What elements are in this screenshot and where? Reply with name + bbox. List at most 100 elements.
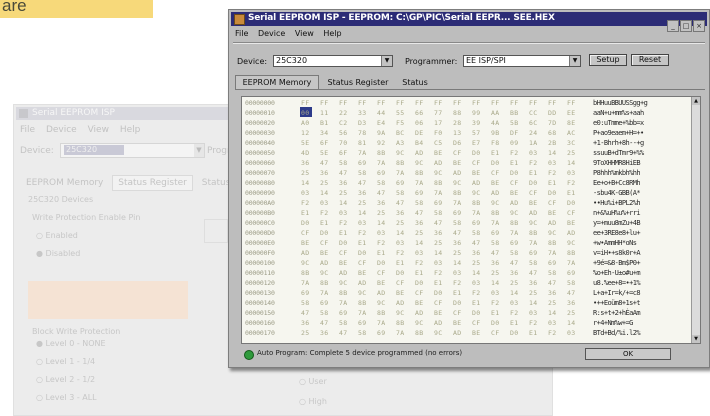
hex-byte[interactable]: AD [472,178,491,188]
hex-byte[interactable]: 7A [301,278,320,288]
hex-byte[interactable]: 17 [434,118,453,128]
hex-byte[interactable]: 14 [377,218,396,228]
hex-byte[interactable]: 36 [301,318,320,328]
hex-byte[interactable]: CF [434,298,453,308]
hex-byte[interactable]: 14 [567,158,586,168]
hex-byte[interactable]: E1 [491,148,510,158]
hex-byte[interactable]: F5 [396,118,415,128]
hex-byte[interactable]: 8B [320,278,339,288]
hex-bytes[interactable]: 12 34 56 78 9A BC DE F0 13 57 9B DF 24 68 AC [301,128,586,138]
hex-byte[interactable]: 58 [358,168,377,178]
hex-byte[interactable]: F2 [434,268,453,278]
hex-byte[interactable]: CF [339,248,358,258]
hex-byte[interactable]: 47 [339,168,358,178]
hex-byte[interactable]: E4 [377,118,396,128]
hex-byte[interactable]: D0 [472,308,491,318]
hex-byte[interactable]: 58 [453,218,472,228]
hex-byte[interactable]: CF [377,268,396,278]
hex-byte[interactable]: 7A [415,178,434,188]
hex-bytes[interactable]: 4D 5E 6F 7A 8B 9C AD BE CF D0 E1 F2 03 14 25 [301,148,586,158]
hex-byte[interactable]: AD [377,288,396,298]
hex-byte[interactable]: 25 [396,218,415,228]
hex-editor[interactable]: 00000000 FF FF FF FF FF FF FF FF FF FF FF FF FF FF FF bH… [241,96,701,344]
hex-byte[interactable]: AA [491,108,510,118]
hex-byte[interactable]: 47 [472,238,491,248]
hex-byte[interactable]: 25 [301,328,320,338]
hex-byte[interactable]: 8B [415,328,434,338]
hex-byte[interactable]: 14 [567,318,586,328]
hex-byte[interactable]: BE [358,268,377,278]
hex-byte[interactable]: 9C [415,318,434,328]
hex-byte[interactable]: 55 [396,108,415,118]
hex-byte[interactable]: 12 [301,128,320,138]
hex-byte[interactable]: BC [396,128,415,138]
hex-byte[interactable]: 88 [453,108,472,118]
hex-byte[interactable]: 22 [339,108,358,118]
hex-byte[interactable]: 9C [510,208,529,218]
menu-view[interactable]: View [295,29,314,38]
hex-byte[interactable]: CF [358,258,377,268]
hex-byte[interactable]: F2 [415,258,434,268]
hex-byte[interactable]: B4 [415,138,434,148]
hex-byte[interactable]: BE [567,218,586,228]
hex-byte[interactable]: 58 [491,238,510,248]
hex-byte[interactable]: AD [434,318,453,328]
hex-byte[interactable]: BE [434,148,453,158]
menu-view[interactable]: View [88,125,109,135]
hex-byte[interactable]: 58 [396,188,415,198]
hex-byte[interactable]: 14 [472,268,491,278]
hex-byte[interactable]: FF [491,98,510,108]
scroll-down-icon[interactable]: ▼ [692,335,700,343]
hex-byte[interactable]: 9C [415,158,434,168]
hex-byte[interactable]: 47 [434,218,453,228]
hex-byte[interactable]: 03 [396,238,415,248]
hex-byte[interactable]: CF [453,308,472,318]
hex-byte[interactable]: 36 [377,198,396,208]
hex-byte[interactable]: 47 [320,318,339,328]
hex-byte[interactable]: 25 [472,258,491,268]
hex-byte[interactable]: 25 [510,278,529,288]
level-radio-0[interactable]: ● Level 0 - NONE [36,339,106,348]
hex-byte[interactable]: 69 [548,258,567,268]
hex-byte[interactable]: AD [320,258,339,268]
hex-byte[interactable]: 13 [453,128,472,138]
hex-byte[interactable]: E1 [529,168,548,178]
hex-byte[interactable]: D0 [510,328,529,338]
hex-byte[interactable]: DD [548,108,567,118]
hex-byte[interactable]: 14 [320,188,339,198]
menu-file[interactable]: File [20,125,35,135]
hex-byte[interactable]: 77 [434,108,453,118]
hex-bytes[interactable]: 03 14 25 36 47 58 69 7A 8B 9C AD BE CF D0 E1 [301,188,586,198]
hex-byte[interactable]: 36 [510,268,529,278]
hex-byte[interactable]: 56 [339,128,358,138]
hex-byte[interactable]: 68 [548,128,567,138]
hex-byte[interactable]: 8E [567,118,586,128]
hex-byte[interactable]: 69 [491,228,510,238]
hex-byte[interactable]: 58 [339,318,358,328]
hex-byte[interactable]: 36 [472,248,491,258]
hex-byte[interactable]: 58 [301,298,320,308]
hex-byte[interactable]: 14 [548,148,567,158]
hex-byte[interactable]: BE [377,278,396,288]
hex-byte[interactable]: 9C [396,308,415,318]
hex-byte[interactable]: 9C [491,198,510,208]
programmer-select[interactable]: EE ISP/SPI ▼ [463,55,581,67]
hex-byte[interactable]: E1 [358,238,377,248]
hex-byte[interactable]: A0 [301,118,320,128]
hex-byte[interactable]: 7A [377,158,396,168]
hex-byte[interactable]: 33 [358,108,377,118]
hex-byte[interactable]: 69 [320,298,339,308]
hex-byte[interactable]: 47 [453,228,472,238]
hex-byte[interactable]: AD [529,208,548,218]
hex-byte[interactable]: BE [396,288,415,298]
hex-byte[interactable]: 25 [491,268,510,278]
hex-byte[interactable]: DF [510,128,529,138]
hex-byte[interactable]: 47 [377,188,396,198]
hex-byte[interactable]: F2 [491,298,510,308]
reset-button[interactable]: Reset [631,54,669,66]
hex-byte[interactable]: E1 [491,308,510,318]
hex-byte[interactable]: 36 [453,238,472,248]
hex-byte[interactable]: 11 [320,108,339,118]
hex-byte[interactable]: 5B [510,118,529,128]
hex-byte[interactable]: 36 [529,278,548,288]
